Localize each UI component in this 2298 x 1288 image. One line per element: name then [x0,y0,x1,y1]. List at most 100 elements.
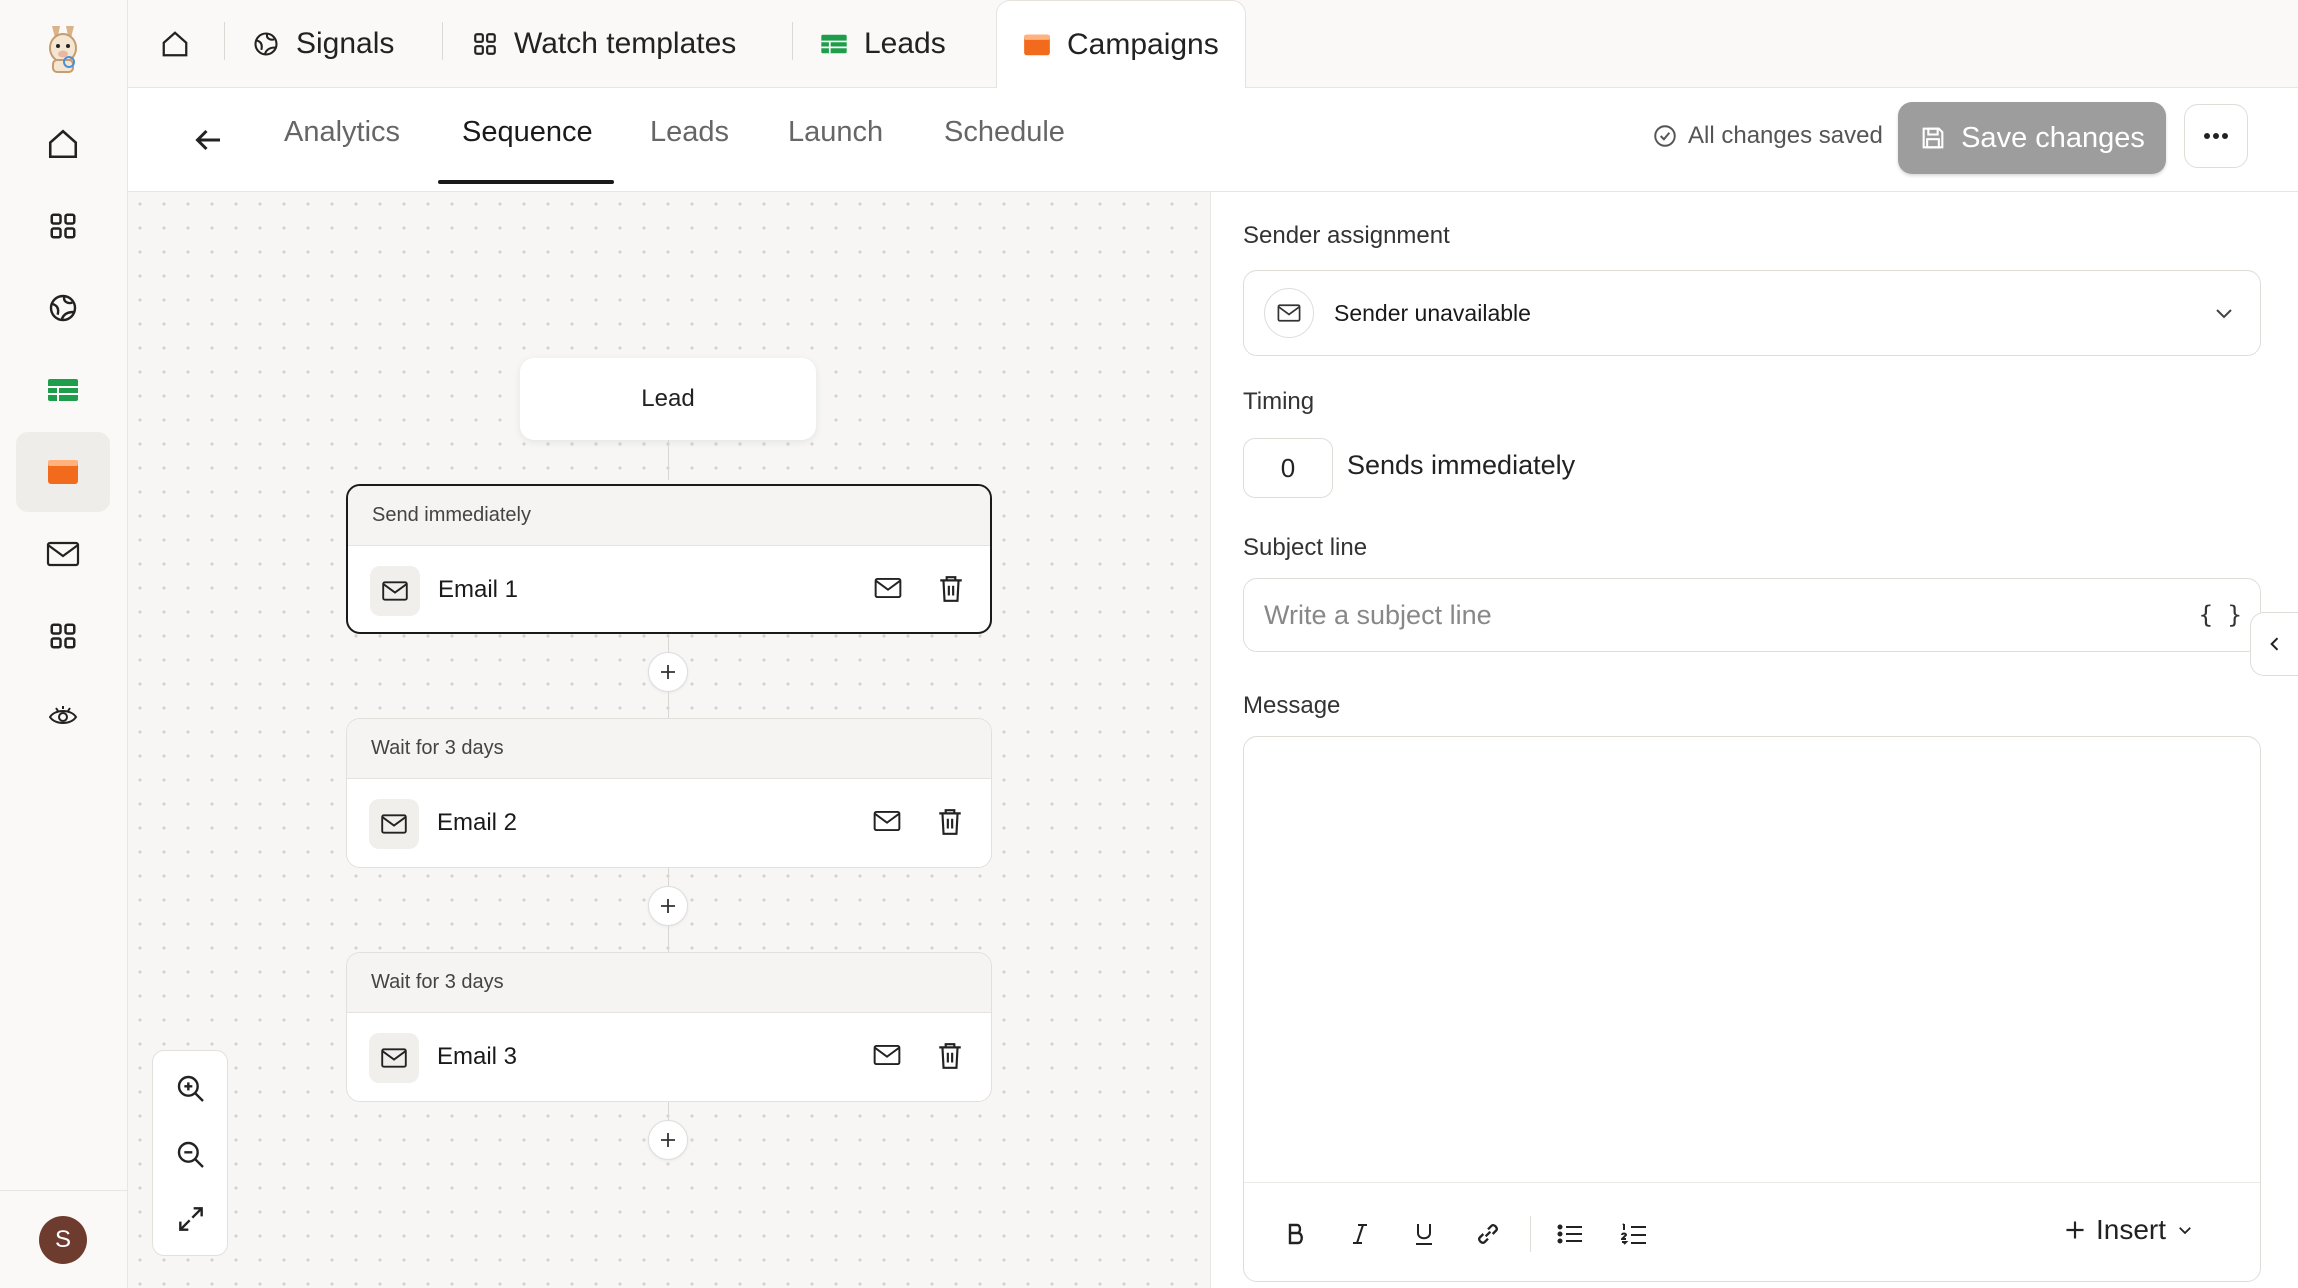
mail-icon [370,566,420,616]
campaign-subnav: Analytics Sequence Leads Launch Schedule… [128,88,2298,192]
subject-line-input[interactable] [1264,593,2164,637]
save-icon [1919,124,1947,152]
mail-icon [1264,288,1314,338]
sidebar-item-signals[interactable] [16,268,110,348]
grid-icon [48,211,78,241]
preview-email-icon[interactable] [873,1043,901,1067]
tab-leads[interactable]: Leads [820,0,946,88]
lead-node[interactable]: Lead [520,358,816,440]
message-label: Message [1243,692,1341,719]
grid-icon [472,31,498,57]
plus-icon [659,897,677,915]
connector-line [668,440,669,480]
tab-label: Leads [864,27,946,60]
back-button[interactable] [190,122,226,158]
zoom-in-icon[interactable] [175,1073,207,1105]
plus-icon [2064,1219,2086,1241]
campaign-icon [1023,33,1051,57]
collapse-panel-button[interactable] [2250,612,2298,676]
plus-icon [659,663,677,681]
step-timing-header: Wait for 3 days [347,953,991,1013]
sequence-step-1[interactable]: Send immediately Email 1 [346,484,992,634]
save-status-text: All changes saved [1688,122,1883,149]
user-avatar[interactable]: S [39,1216,87,1264]
link-icon[interactable] [1472,1218,1504,1250]
numbered-list-icon[interactable] [1618,1218,1650,1250]
more-options-button[interactable] [2184,104,2248,168]
save-changes-button[interactable]: Save changes [1898,102,2166,174]
insert-variable-button[interactable]: { } [2199,601,2242,629]
underline-icon[interactable] [1408,1218,1440,1250]
connector-line [668,926,669,954]
message-body-input[interactable] [1244,737,2260,1183]
eye-icon [48,704,78,728]
delete-trash-icon[interactable] [937,808,963,836]
tab-separator [442,22,443,60]
more-horizontal-icon [2203,132,2229,140]
delete-trash-icon[interactable] [938,575,964,603]
left-sidebar: S [0,0,128,1288]
preview-email-icon[interactable] [874,576,902,600]
sidebar-item-apps[interactable] [16,596,110,676]
formatting-toolbar: Insert [1244,1184,2260,1282]
sidebar-item-watch[interactable] [16,676,110,756]
subtab-leads[interactable]: Leads [650,116,729,149]
subtab-schedule[interactable]: Schedule [944,116,1065,149]
tab-home[interactable] [160,0,190,88]
table-icon [820,33,848,55]
tab-signals[interactable]: Signals [252,0,394,88]
delete-trash-icon[interactable] [937,1042,963,1070]
connector-line [668,692,669,720]
home-icon [46,127,80,161]
mail-icon [46,540,80,568]
insert-label: Insert [2096,1214,2167,1245]
table-icon [47,377,79,403]
subject-line-field: { } [1243,578,2261,652]
step-email-name: Email 3 [437,1043,518,1070]
italic-icon[interactable] [1344,1218,1376,1250]
active-tab-indicator [438,180,614,184]
timing-days-input[interactable]: 0 [1243,438,1333,498]
sequence-canvas[interactable]: Lead Send immediately Email 1 Wait for 3… [128,192,1211,1288]
insert-menu-button[interactable]: Insert [2064,1214,2194,1246]
fit-view-icon[interactable] [175,1203,207,1235]
chevron-down-icon [2212,301,2236,325]
llama-logo-icon[interactable] [40,22,86,74]
subtab-analytics[interactable]: Analytics [284,116,400,149]
zoom-out-icon[interactable] [175,1139,207,1171]
timing-label: Timing [1243,388,1315,415]
subtab-launch[interactable]: Launch [788,116,883,149]
apps-icon [48,621,78,651]
tab-separator [224,22,225,60]
step-timing-header: Send immediately [348,486,990,546]
chevron-left-icon [2265,634,2285,654]
chevron-down-icon [2176,1221,2194,1239]
subtab-sequence[interactable]: Sequence [462,116,593,149]
add-step-button[interactable] [648,1120,688,1160]
step-email-name: Email 1 [438,576,519,603]
tab-campaigns[interactable]: Campaigns [996,0,1246,89]
plus-icon [659,1131,677,1149]
bold-icon[interactable] [1280,1218,1312,1250]
mail-icon [369,1033,419,1083]
connector-line [668,1102,669,1120]
preview-email-icon[interactable] [873,809,901,833]
add-step-button[interactable] [648,652,688,692]
sidebar-item-grid[interactable] [16,186,110,266]
check-circle-icon [1652,123,1678,149]
globe-icon [47,292,79,324]
sidebar-item-mail[interactable] [16,514,110,594]
sender-assignment-label: Sender assignment [1243,222,1450,249]
sender-select[interactable]: Sender unavailable [1243,270,2261,356]
timing-description: Sends immediately [1347,450,1576,480]
bullet-list-icon[interactable] [1554,1218,1586,1250]
sidebar-item-campaigns[interactable] [16,432,110,512]
sidebar-item-home[interactable] [16,104,110,184]
sequence-step-3[interactable]: Wait for 3 days Email 3 [346,952,992,1102]
email-editor-panel: Sender assignment Sender unavailable Tim… [1211,192,2298,1288]
add-step-button[interactable] [648,886,688,926]
sidebar-item-leads[interactable] [16,350,110,430]
tab-watch-templates[interactable]: Watch templates [472,0,736,88]
arrow-left-icon [190,122,226,158]
sequence-step-2[interactable]: Wait for 3 days Email 2 [346,718,992,868]
